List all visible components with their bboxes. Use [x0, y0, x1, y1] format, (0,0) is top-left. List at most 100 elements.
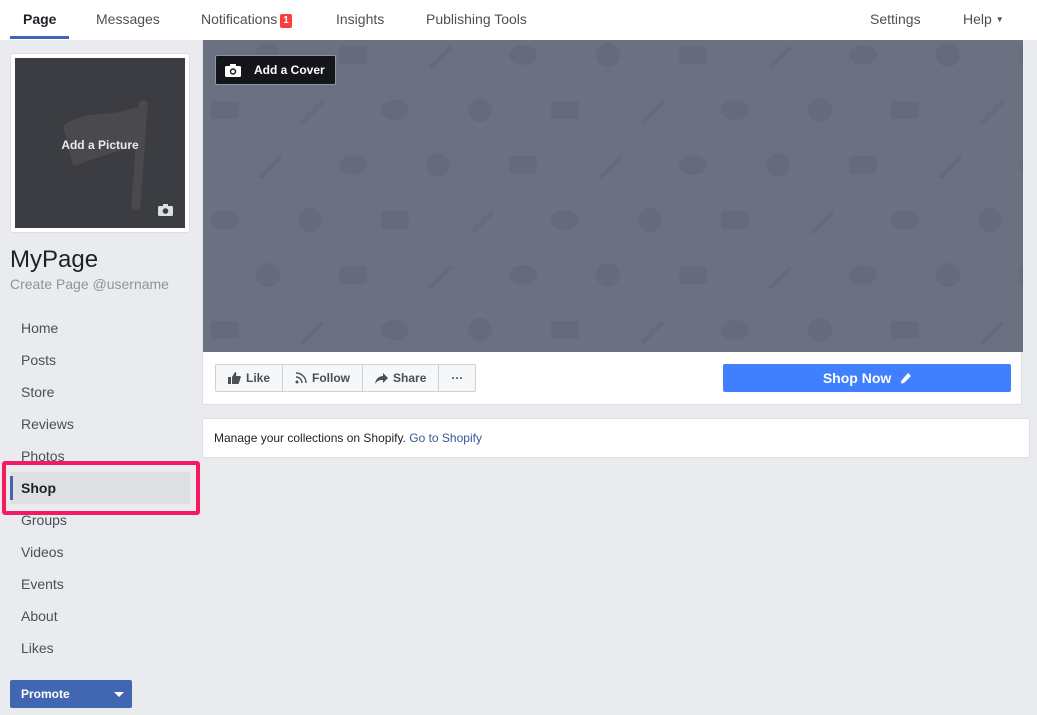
tab-label: Help [963, 11, 992, 27]
more-options-icon: ··· [451, 371, 464, 385]
pattern-glyph [640, 100, 664, 124]
tab-label: Notifications [201, 11, 278, 27]
page-name: MyPage [10, 246, 99, 273]
pattern-glyph [339, 155, 367, 175]
shop-now-button[interactable]: Shop Now [723, 364, 1011, 392]
pattern-glyph [428, 265, 452, 289]
sidebar-item-reviews[interactable]: Reviews [10, 408, 190, 440]
sidebar-item-store[interactable]: Store [10, 376, 190, 408]
cover-card: Add a Cover Like Follow Share ··· Shop N… [202, 40, 1023, 405]
profile-picture-frame: Add a Picture [10, 53, 190, 233]
tab-notifications[interactable]: Notifications 1 [201, 0, 292, 40]
share-label: Share [393, 371, 427, 385]
pattern-glyph [936, 43, 960, 67]
pattern-glyph [679, 155, 707, 175]
pattern-glyph [891, 210, 919, 230]
dropdown-arrow-icon[interactable] [114, 692, 124, 697]
caret-down-icon: ▼ [995, 15, 1004, 24]
tab-label: Settings [870, 11, 921, 27]
pattern-glyph [468, 318, 492, 342]
add-cover-button[interactable]: Add a Cover [215, 55, 336, 85]
cover-pattern [211, 43, 1023, 344]
pattern-glyph [679, 266, 707, 284]
follow-label: Follow [312, 371, 351, 385]
side-navigation: Home Posts Store Reviews Photos Shop Gro… [10, 312, 190, 664]
pattern-glyph [339, 46, 367, 64]
pattern-glyph [721, 320, 749, 340]
pattern-glyph [381, 100, 409, 120]
sidebar-item-videos[interactable]: Videos [10, 536, 190, 568]
pattern-glyph [381, 320, 409, 340]
pattern-glyph [551, 210, 579, 230]
pattern-glyph [808, 318, 832, 342]
pattern-glyph [978, 208, 1002, 232]
pattern-glyph [849, 45, 877, 65]
pattern-glyph [551, 321, 579, 339]
tab-help[interactable]: Help ▼ [963, 0, 1004, 40]
go-to-shopify-link[interactable]: Go to Shopify [409, 431, 482, 445]
pattern-glyph [211, 101, 239, 119]
tab-label: Page [23, 11, 57, 27]
sidebar-item-photos[interactable]: Photos [10, 440, 190, 472]
like-label: Like [246, 371, 271, 385]
cover-photo-area: Add a Cover [203, 40, 1023, 352]
shop-now-label: Shop Now [822, 370, 892, 386]
tab-settings[interactable]: Settings [870, 0, 921, 40]
pattern-glyph [381, 211, 409, 229]
share-arrow-icon [375, 372, 389, 384]
pattern-glyph [721, 211, 749, 229]
manage-text: Manage your collections on Shopify. [214, 431, 406, 445]
pattern-glyph [551, 101, 579, 119]
pattern-glyph [980, 320, 1004, 344]
pattern-glyph [849, 265, 877, 285]
follow-button[interactable]: Follow [283, 365, 364, 391]
promote-button[interactable]: Promote [10, 680, 132, 708]
more-options-button[interactable]: ··· [439, 365, 475, 391]
notification-badge: 1 [280, 14, 292, 28]
sidebar-item-home[interactable]: Home [10, 312, 190, 344]
sidebar-item-posts[interactable]: Posts [10, 344, 190, 376]
pattern-glyph [638, 208, 662, 232]
pattern-glyph [768, 265, 792, 289]
pattern-glyph [256, 263, 280, 287]
pattern-glyph [596, 43, 620, 67]
add-picture-button[interactable]: Add a Picture [15, 58, 185, 228]
sidebar-item-events[interactable]: Events [10, 568, 190, 600]
sidebar-item-shop[interactable]: Shop [10, 472, 190, 504]
sidebar-item-likes[interactable]: Likes [10, 632, 190, 664]
pattern-glyph [298, 208, 322, 232]
pattern-glyph [679, 46, 707, 64]
tab-publishing-tools[interactable]: Publishing Tools [426, 0, 527, 40]
pattern-glyph [211, 210, 239, 230]
pattern-glyph [849, 156, 877, 174]
tab-page[interactable]: Page [9, 0, 71, 40]
pattern-glyph [1019, 46, 1023, 64]
pattern-glyph [428, 45, 452, 69]
pattern-glyph [300, 100, 324, 124]
tab-label: Messages [96, 11, 160, 27]
pattern-glyph [596, 263, 620, 287]
pattern-glyph [1019, 158, 1023, 172]
pattern-glyph [640, 320, 664, 344]
share-button[interactable]: Share [363, 365, 440, 391]
pattern-glyph [891, 321, 919, 339]
tab-messages[interactable]: Messages [96, 0, 160, 40]
pattern-glyph [300, 320, 324, 344]
rss-follow-icon [295, 372, 307, 384]
pattern-glyph [509, 265, 537, 285]
sidebar-item-about[interactable]: About [10, 600, 190, 632]
camera-icon [158, 204, 173, 216]
like-button[interactable]: Like [216, 365, 284, 391]
tab-label: Publishing Tools [426, 11, 527, 27]
pattern-glyph [766, 153, 790, 177]
create-username-link[interactable]: Create Page @username [10, 276, 169, 292]
pattern-glyph [426, 153, 450, 177]
camera-icon [225, 64, 241, 77]
add-cover-label: Add a Cover [254, 63, 325, 77]
pattern-glyph [721, 100, 749, 120]
pattern-glyph [470, 210, 494, 234]
pattern-glyph [468, 98, 492, 122]
pattern-glyph [938, 155, 962, 179]
sidebar-item-groups[interactable]: Groups [10, 504, 190, 536]
tab-insights[interactable]: Insights [336, 0, 384, 40]
